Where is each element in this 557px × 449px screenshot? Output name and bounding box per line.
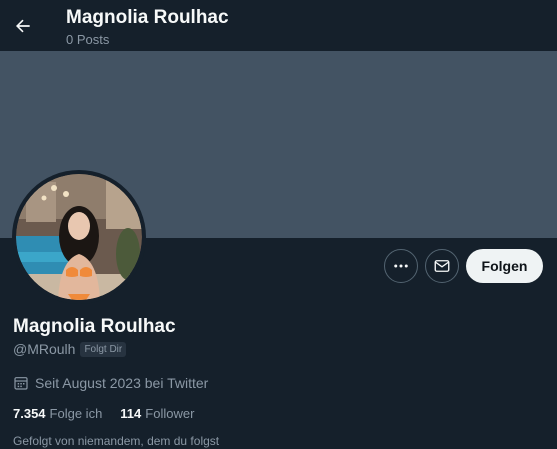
more-options-button[interactable] bbox=[384, 249, 418, 283]
avatar-container[interactable] bbox=[12, 170, 146, 304]
calendar-icon bbox=[14, 377, 28, 390]
followers-link[interactable]: 114 Follower bbox=[120, 406, 194, 421]
following-count: 7.354 bbox=[13, 405, 46, 421]
following-link[interactable]: 7.354 Folge ich bbox=[13, 406, 102, 421]
back-button[interactable] bbox=[6, 9, 40, 43]
avatar bbox=[16, 174, 142, 300]
profile-display-name: Magnolia Roulhac bbox=[13, 316, 176, 337]
mail-icon bbox=[434, 260, 450, 272]
follow-button[interactable]: Folgen bbox=[466, 249, 543, 283]
arrow-left-icon bbox=[16, 19, 30, 33]
follow-stats: 7.354 Folge ich 114 Follower bbox=[13, 405, 212, 421]
followers-label: Follower bbox=[145, 405, 195, 421]
message-button[interactable] bbox=[425, 249, 459, 283]
joined-text: Seit August 2023 bei Twitter bbox=[35, 375, 209, 391]
joined-date: Seit August 2023 bei Twitter bbox=[13, 374, 208, 392]
followed-by-text: Gefolgt von niemandem, dem du folgst bbox=[13, 434, 220, 448]
profile-page: Magnolia Roulhac 0 Posts Folgen Magnolia… bbox=[0, 0, 557, 449]
handle-row: @MRoulh Folgt Dir bbox=[13, 341, 127, 357]
top-header: Magnolia Roulhac 0 Posts bbox=[0, 0, 557, 51]
more-icon bbox=[394, 264, 408, 268]
header-profile-name: Magnolia Roulhac bbox=[66, 7, 229, 28]
follows-you-badge: Folgt Dir bbox=[80, 341, 127, 357]
header-post-count: 0 Posts bbox=[66, 32, 110, 47]
profile-handle: @MRoulh bbox=[13, 341, 76, 357]
followers-count: 114 bbox=[120, 405, 142, 421]
following-label: Folge ich bbox=[49, 405, 103, 421]
